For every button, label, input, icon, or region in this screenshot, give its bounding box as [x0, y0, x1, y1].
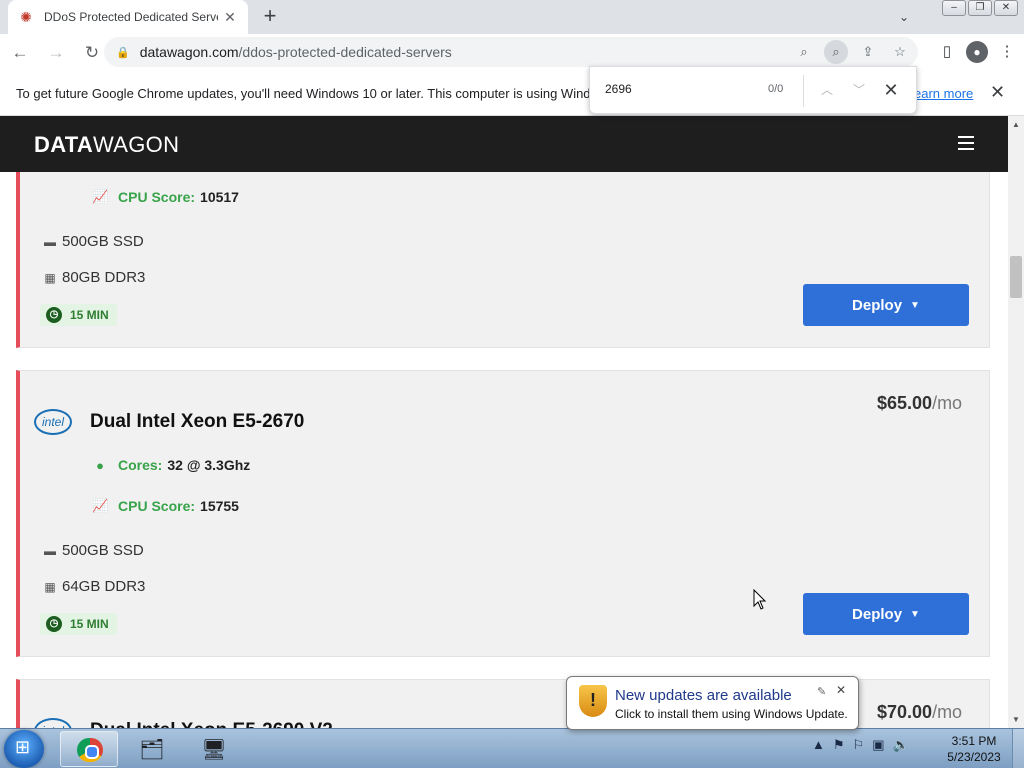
action-center-flag-icon[interactable]: ⚐	[853, 737, 865, 753]
infobar-message: To get future Google Chrome updates, you…	[16, 86, 591, 101]
back-button[interactable]: ←	[4, 37, 36, 69]
profile-avatar[interactable]: ●	[966, 41, 988, 63]
monthly-price: $65.00/mo	[877, 393, 963, 413]
find-match-count: 0/0	[768, 83, 784, 95]
cpu-score-row: 📈 CPU Score: 10517	[92, 189, 239, 205]
clock-icon: ◷	[46, 616, 62, 632]
scroll-down-arrow-icon[interactable]: ▼	[1012, 715, 1020, 724]
cpu-model-title: Dual Intel Xeon E5-2690 V2	[90, 720, 333, 728]
taskbar-clock[interactable]: 3:51 PM 5/23/2023	[944, 733, 1004, 765]
mouse-cursor-icon	[753, 589, 767, 610]
memory-row: ▦ 80GB DDR3	[42, 269, 145, 286]
clock-icon: ●	[96, 457, 104, 473]
address-bar[interactable]: 🔒 datawagon.com/ddos-protected-dedicated…	[104, 37, 918, 67]
chevron-down-icon: ▼	[910, 608, 920, 620]
taskbar-control-panel[interactable]: 🖥	[184, 731, 242, 767]
toolbar-right: ▯ ● ⋮	[934, 38, 1020, 66]
new-tab-button[interactable]: +	[258, 4, 282, 28]
volume-muted-icon[interactable]: 🔈	[892, 737, 908, 753]
find-previous-icon[interactable]: ︿	[816, 79, 838, 101]
storage-row: ▬ 500GB SSD	[44, 542, 144, 559]
side-panel-icon[interactable]: ▯	[934, 38, 960, 66]
find-close-icon[interactable]: ✕	[880, 79, 902, 101]
cpu-model-title: Dual Intel Xeon E5-2670	[90, 411, 305, 432]
page-scrollbar[interactable]: ▲ ▼	[1008, 116, 1024, 728]
hard-drive-icon: ▬	[44, 543, 56, 558]
deploy-button[interactable]: Deploy ▼	[803, 593, 969, 635]
find-bar: 2696 0/0 ︿ ﹀ ✕	[589, 66, 917, 114]
notification-title: New updates are available	[615, 687, 792, 704]
show-hidden-icons-icon[interactable]: ▲	[812, 737, 825, 753]
forward-button[interactable]: →	[40, 37, 72, 69]
folder-icon: 🗂	[139, 739, 165, 761]
menu-kebab-icon[interactable]: ⋮	[994, 38, 1020, 66]
trend-chart-icon: 📈	[92, 189, 109, 204]
search-icon[interactable]: ⌕	[792, 40, 816, 64]
memory-row: ▦ 64GB DDR3	[42, 578, 145, 595]
chevron-down-icon: ▼	[910, 299, 920, 311]
taskbar-explorer[interactable]: 🗂	[122, 731, 180, 767]
cores-row: ● Cores: 32 @ 3.3Ghz	[92, 457, 250, 473]
tab-search-chevron-icon[interactable]: ⌄	[892, 5, 916, 29]
intel-logo-icon: intel	[34, 409, 72, 435]
hard-drive-icon: ▬	[44, 234, 56, 249]
window-controls: – ❐ ✕	[942, 0, 1018, 16]
maximize-button[interactable]: ❐	[968, 0, 992, 16]
windows-update-tray-icon[interactable]: ⚑	[833, 737, 845, 753]
memory-icon: ▦	[44, 270, 56, 285]
scroll-up-arrow-icon[interactable]: ▲	[1012, 120, 1020, 129]
trend-chart-icon: 📈	[92, 498, 109, 513]
setup-time-badge: ◷ 15 MIN	[40, 613, 117, 635]
site-header: DATAWAGON	[0, 116, 1008, 172]
hamburger-menu-icon[interactable]	[958, 136, 974, 150]
control-panel-icon: 🖥	[201, 739, 227, 761]
find-next-icon[interactable]: ﹀	[848, 79, 870, 101]
datawagon-logo[interactable]: DATAWAGON	[34, 132, 179, 158]
notification-body: Click to install them using Windows Upda…	[615, 707, 848, 721]
server-card: 📈 CPU Score: 10517 ▬ 500GB SSD ▦ 80GB DDR…	[16, 172, 990, 348]
close-window-button[interactable]: ✕	[994, 0, 1018, 16]
server-card: intel Dual Intel Xeon E5-2670 $65.00/mo …	[16, 370, 990, 657]
infobar-close-icon[interactable]: ✕	[990, 82, 1005, 103]
tab-strip: ✺ DDoS Protected Dedicated Serve ✕ + ⌄ –…	[0, 0, 1024, 34]
notification-close-icon[interactable]: ✕	[836, 683, 846, 697]
setup-time-badge: ◷ 15 MIN	[40, 304, 117, 326]
minimize-button[interactable]: –	[942, 0, 966, 16]
learn-more-link[interactable]: earn more	[914, 86, 973, 101]
page-content: 📈 CPU Score: 10517 ▬ 500GB SSD ▦ 80GB DDR…	[0, 172, 1008, 728]
monthly-price: $70.00/mo	[877, 702, 963, 722]
bookmark-star-icon[interactable]: ☆	[888, 40, 912, 64]
start-button[interactable]	[4, 730, 44, 768]
find-input[interactable]: 2696	[605, 82, 632, 96]
system-tray: ▲ ⚑ ⚐ ▣ 🔈	[812, 737, 909, 753]
browser-tab[interactable]: ✺ DDoS Protected Dedicated Serve ✕	[8, 0, 248, 34]
show-desktop-button[interactable]	[1012, 729, 1024, 768]
windows-taskbar: 🗂 🖥 ▲ ⚑ ⚐ ▣ 🔈 3:51 PM 5/23/2023	[0, 728, 1024, 768]
windows-update-notification[interactable]: ! New updates are available Click to ins…	[566, 676, 859, 730]
url-text[interactable]: datawagon.com/ddos-protected-dedicated-s…	[140, 44, 452, 60]
clock-icon: ◷	[46, 307, 62, 323]
warning-shield-icon: !	[579, 685, 607, 717]
find-divider	[803, 75, 804, 107]
taskbar-chrome[interactable]	[60, 731, 118, 767]
share-icon[interactable]: ⇪	[856, 40, 880, 64]
network-icon[interactable]: ▣	[872, 737, 884, 753]
cpu-score-row: 📈 CPU Score: 15755	[92, 498, 239, 514]
options-wrench-icon[interactable]: ✎	[817, 685, 826, 698]
tab-title: DDoS Protected Dedicated Serve	[44, 10, 218, 24]
site-favicon-icon: ✺	[20, 9, 32, 25]
chrome-icon	[77, 738, 103, 762]
lock-icon[interactable]: 🔒	[116, 46, 130, 59]
memory-icon: ▦	[44, 579, 56, 594]
scrollbar-thumb[interactable]	[1010, 256, 1022, 298]
storage-row: ▬ 500GB SSD	[44, 233, 144, 250]
find-in-page-icon[interactable]: ⌕	[824, 40, 848, 64]
omnibox-actions: ⌕ ⌕ ⇪ ☆	[792, 40, 912, 64]
intel-logo-icon: intel	[34, 718, 72, 728]
deploy-button[interactable]: Deploy ▼	[803, 284, 969, 326]
tab-close-icon[interactable]: ✕	[222, 9, 238, 26]
